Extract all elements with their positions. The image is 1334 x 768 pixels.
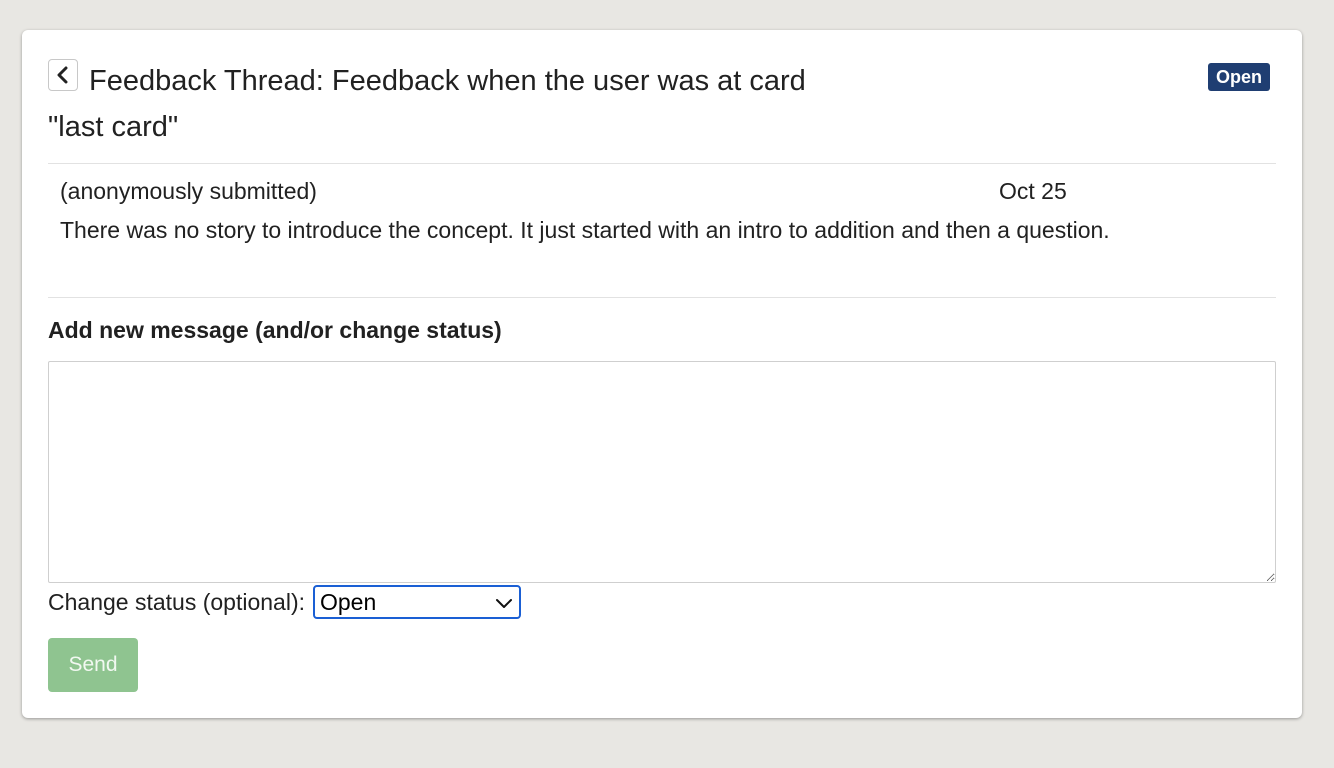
chevron-left-icon xyxy=(57,66,68,84)
back-button[interactable] xyxy=(48,59,78,91)
status-select-value: Open xyxy=(320,588,377,615)
message-date: Oct 25 xyxy=(999,178,1067,204)
message-text: There was no story to introduce the conc… xyxy=(60,217,1110,243)
change-status-row: Change status (optional): Open xyxy=(48,585,521,619)
change-status-label: Change status (optional): xyxy=(48,588,305,615)
thread-title: Feedback Thread: Feedback when the user … xyxy=(48,65,806,143)
messages-divider xyxy=(48,297,1276,298)
new-message-heading: Add new message (and/or change status) xyxy=(48,317,502,343)
message-textarea[interactable] xyxy=(48,361,1276,583)
feedback-thread-card: Feedback Thread: Feedback when the user … xyxy=(22,30,1302,718)
send-button[interactable]: Send xyxy=(48,638,138,692)
message-author: (anonymously submitted) xyxy=(60,178,317,204)
chevron-down-icon xyxy=(496,599,512,608)
status-badge: Open xyxy=(1207,63,1270,91)
header-divider xyxy=(48,163,1276,164)
status-select[interactable]: Open xyxy=(313,585,521,619)
